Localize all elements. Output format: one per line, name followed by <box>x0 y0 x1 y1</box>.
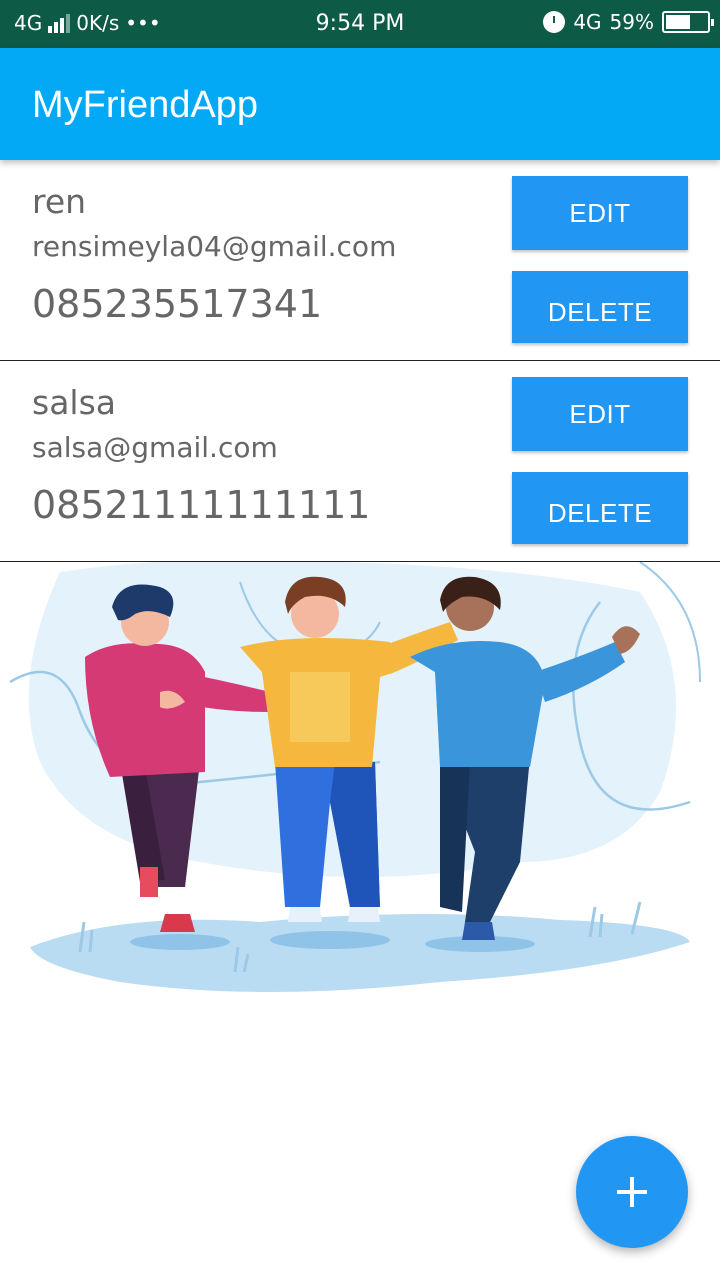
friend-email: salsa@gmail.com <box>32 431 278 464</box>
edit-button[interactable]: EDIT <box>512 377 688 451</box>
friend-list: ren rensimeyla04@gmail.com 085235517341 … <box>0 160 720 562</box>
friend-row: salsa salsa@gmail.com 08521111111111 EDI… <box>0 361 720 562</box>
battery-percent: 59% <box>609 10 654 34</box>
friend-row: ren rensimeyla04@gmail.com 085235517341 … <box>0 160 720 361</box>
plus-icon <box>617 1177 647 1207</box>
friend-name: salsa <box>32 383 116 422</box>
friend-phone: 085235517341 <box>32 282 323 326</box>
status-bar: 4G 0K/s ••• 9:54 PM 4G 59% <box>0 0 720 48</box>
battery-icon <box>662 11 714 33</box>
add-friend-button[interactable] <box>576 1136 688 1248</box>
network-type-right: 4G <box>573 10 602 34</box>
battery-fill <box>666 15 690 29</box>
friend-email: rensimeyla04@gmail.com <box>32 230 397 263</box>
app-bar: MyFriendApp <box>0 48 720 160</box>
alarm-icon <box>543 11 566 33</box>
app-title: MyFriendApp <box>32 84 258 126</box>
three-friends-illustration <box>9 562 701 992</box>
friend-phone: 08521111111111 <box>32 483 371 527</box>
edit-button[interactable]: EDIT <box>512 176 688 250</box>
friend-name: ren <box>32 182 87 221</box>
status-right: 4G 59% <box>543 10 714 34</box>
delete-button[interactable]: DELETE <box>512 472 688 544</box>
delete-button[interactable]: DELETE <box>512 271 688 343</box>
